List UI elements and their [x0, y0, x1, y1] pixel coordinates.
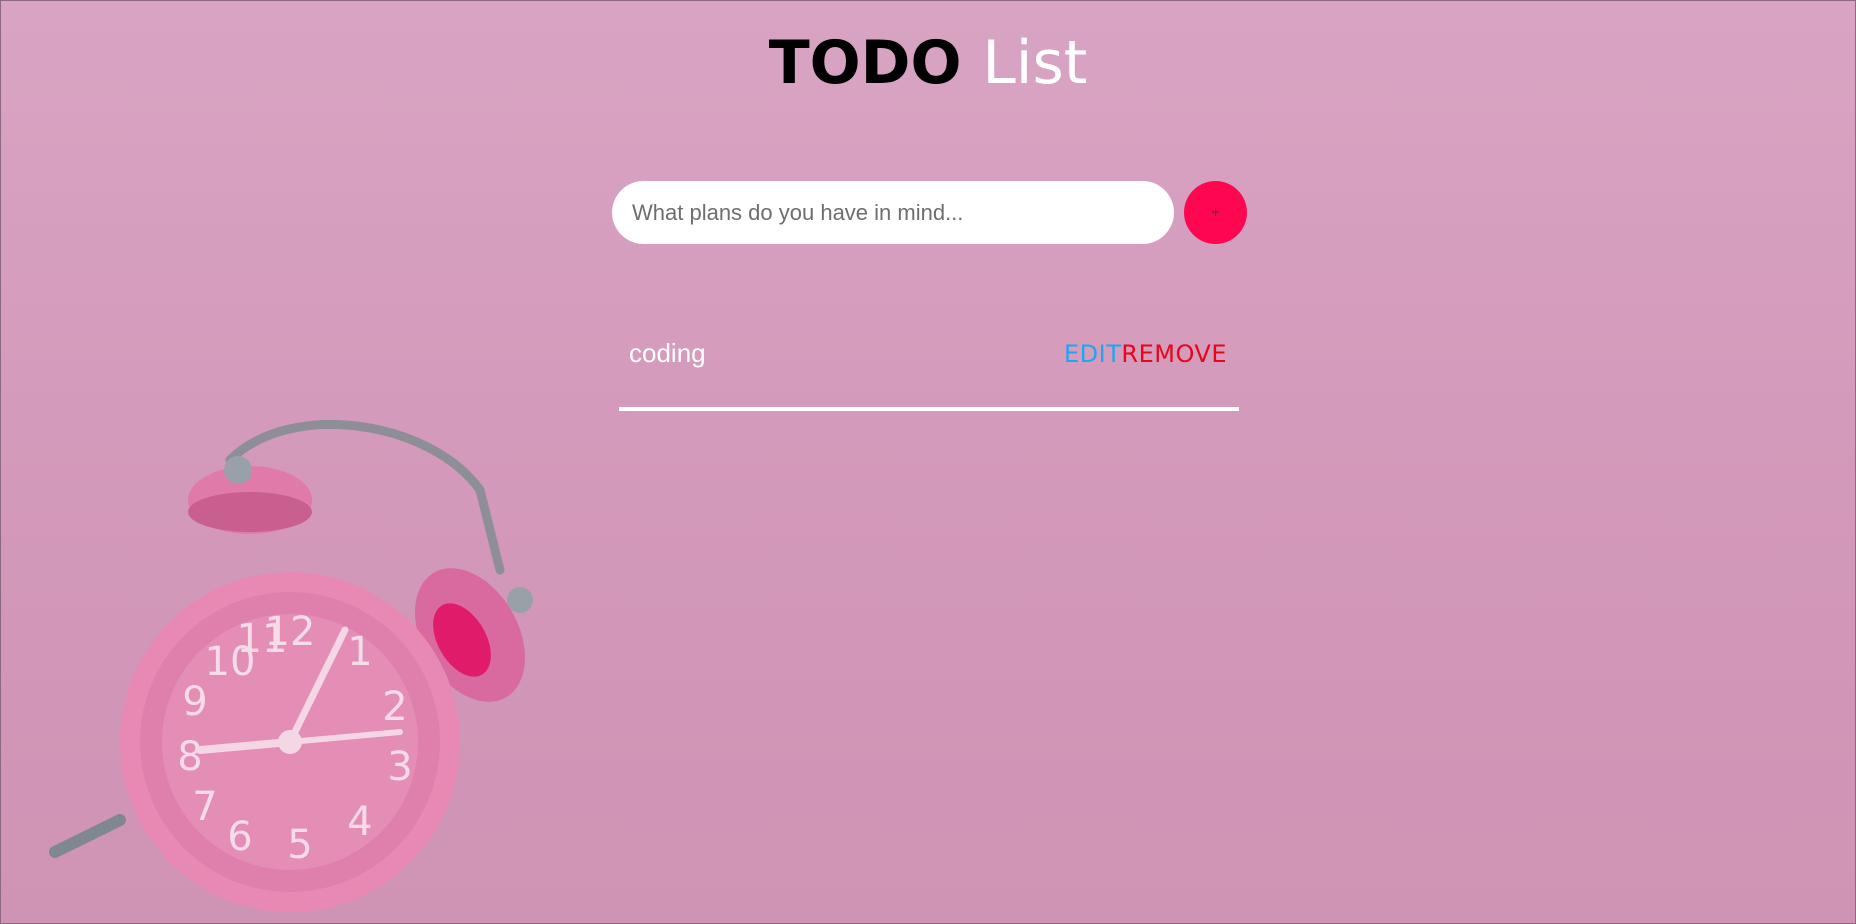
title-light: List — [982, 28, 1088, 98]
remove-button[interactable]: REMOVE — [1121, 340, 1227, 368]
svg-text:5: 5 — [287, 822, 312, 868]
todo-input[interactable] — [612, 181, 1174, 244]
todo-text: coding — [629, 338, 706, 368]
title-strong: TODO — [768, 28, 962, 98]
svg-text:2: 2 — [382, 684, 407, 730]
svg-text:6: 6 — [227, 814, 252, 860]
edit-button[interactable]: EDIT — [1064, 340, 1121, 368]
todo-list: coding EDITREMOVE — [619, 322, 1239, 411]
svg-text:9: 9 — [182, 679, 207, 725]
svg-text:7: 7 — [192, 784, 217, 830]
svg-text:11: 11 — [237, 616, 288, 662]
svg-text:3: 3 — [387, 744, 412, 790]
page-title: TODO List — [0, 28, 1856, 98]
svg-text:8: 8 — [177, 734, 202, 780]
todo-item: coding EDITREMOVE — [619, 322, 1239, 411]
svg-text:1: 1 — [347, 629, 372, 675]
add-todo-button[interactable]: + — [1184, 181, 1247, 244]
alarm-clock-icon: 12 1 2 3 4 5 6 7 8 9 10 11 — [49, 420, 533, 912]
svg-text:4: 4 — [347, 799, 372, 845]
todo-actions: EDITREMOVE — [1064, 340, 1227, 368]
